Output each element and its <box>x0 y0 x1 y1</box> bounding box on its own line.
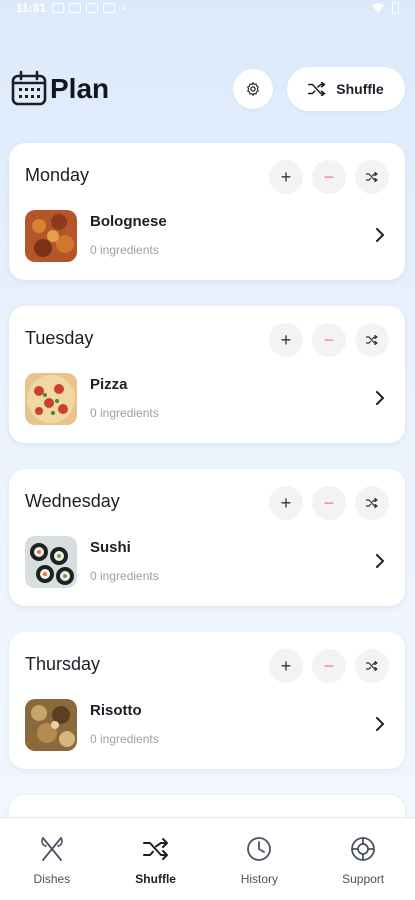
settings-button[interactable] <box>233 69 273 109</box>
gear-icon <box>247 82 259 96</box>
add-dish-button[interactable]: + <box>269 323 303 357</box>
battery-icon <box>392 2 399 14</box>
card-actions: + − <box>269 649 389 683</box>
dish-image <box>25 373 77 425</box>
shuffle-button-label: Shuffle <box>336 81 384 97</box>
dish-name: Pizza <box>90 376 128 393</box>
chevron-right-icon[interactable] <box>375 554 385 568</box>
shuffle-icon <box>366 498 378 508</box>
header: Plan Shuffle <box>10 66 405 112</box>
lifebuoy-icon <box>351 837 376 861</box>
add-dish-button[interactable]: + <box>269 649 303 683</box>
nav-item-shuffle[interactable]: Shuffle <box>104 818 208 900</box>
add-dish-button[interactable]: + <box>269 160 303 194</box>
dish-name: Sushi <box>90 539 131 556</box>
shuffle-day-button[interactable] <box>355 486 389 520</box>
notification-icon <box>86 3 99 13</box>
day-card-thursday[interactable]: Thursday + − Risotto 0 ingredients <box>9 632 405 769</box>
minus-icon: − <box>323 329 335 350</box>
remove-dish-button[interactable]: − <box>312 160 346 194</box>
bottom-nav: Dishes Shuffle History Support <box>0 817 415 900</box>
chevron-right-icon[interactable] <box>375 228 385 242</box>
ingredient-count: 0 ingredients <box>90 406 159 420</box>
day-name: Monday <box>25 165 90 185</box>
day-card-monday[interactable]: Monday + − Bolognese 0 ingredients <box>9 143 405 280</box>
plus-icon: + <box>280 492 292 513</box>
nav-item-history[interactable]: History <box>208 818 312 900</box>
dish-image <box>25 699 77 751</box>
plus-icon: + <box>280 655 292 676</box>
clock-icon <box>247 837 272 861</box>
ingredient-count: 0 ingredients <box>90 243 159 257</box>
day-name: Thursday <box>25 654 101 674</box>
dish-image <box>25 536 77 588</box>
shuffle-day-button[interactable] <box>355 160 389 194</box>
nav-label: Dishes <box>33 872 71 886</box>
wifi-icon <box>372 3 384 13</box>
shuffle-icon <box>366 335 378 345</box>
plus-icon: + <box>280 329 292 350</box>
calendar-icon <box>10 70 48 108</box>
notification-icon <box>52 3 65 13</box>
dish-image <box>25 210 77 262</box>
day-name: Tuesday <box>25 328 94 348</box>
ingredient-count: 0 ingredients <box>90 732 159 746</box>
shuffle-icon <box>142 838 168 860</box>
shuffle-day-button[interactable] <box>355 323 389 357</box>
remove-dish-button[interactable]: − <box>312 323 346 357</box>
remove-dish-button[interactable]: − <box>312 649 346 683</box>
shuffle-button[interactable]: Shuffle <box>287 67 405 111</box>
minus-icon: − <box>323 166 335 187</box>
ingredient-count: 0 ingredients <box>90 569 159 583</box>
dish-name: Bolognese <box>90 213 167 230</box>
chevron-right-icon[interactable] <box>375 391 385 405</box>
dish-name: Risotto <box>90 702 142 719</box>
page-title: Plan <box>50 73 110 104</box>
nav-label: History <box>240 872 279 886</box>
nav-item-support[interactable]: Support <box>311 818 415 900</box>
minus-icon: − <box>323 655 335 676</box>
chevron-right-icon[interactable] <box>375 717 385 731</box>
youtube-icon <box>103 3 116 13</box>
remove-dish-button[interactable]: − <box>312 486 346 520</box>
day-name: Wednesday <box>25 491 120 511</box>
fork-knife-icon <box>41 837 63 861</box>
nav-label: Shuffle <box>135 872 176 886</box>
add-dish-button[interactable]: + <box>269 486 303 520</box>
day-card-wednesday[interactable]: Wednesday + − Sushi 0 ingredients <box>9 469 405 606</box>
nav-label: Support <box>342 872 385 886</box>
card-actions: + − <box>269 160 389 194</box>
card-actions: + − <box>269 323 389 357</box>
nav-item-dishes[interactable]: Dishes <box>0 818 104 900</box>
more-notifications-icon <box>122 6 126 10</box>
shuffle-icon <box>308 82 326 96</box>
shuffle-icon <box>366 661 378 671</box>
status-bar: 11:31 <box>0 0 415 16</box>
day-card-tuesday[interactable]: Tuesday + − Pizza 0 ingredients <box>9 306 405 443</box>
minus-icon: − <box>323 492 335 513</box>
plus-icon: + <box>280 166 292 187</box>
notification-icon <box>69 3 82 13</box>
card-actions: + − <box>269 486 389 520</box>
shuffle-icon <box>366 172 378 182</box>
shuffle-day-button[interactable] <box>355 649 389 683</box>
status-time: 11:31 <box>16 1 47 15</box>
